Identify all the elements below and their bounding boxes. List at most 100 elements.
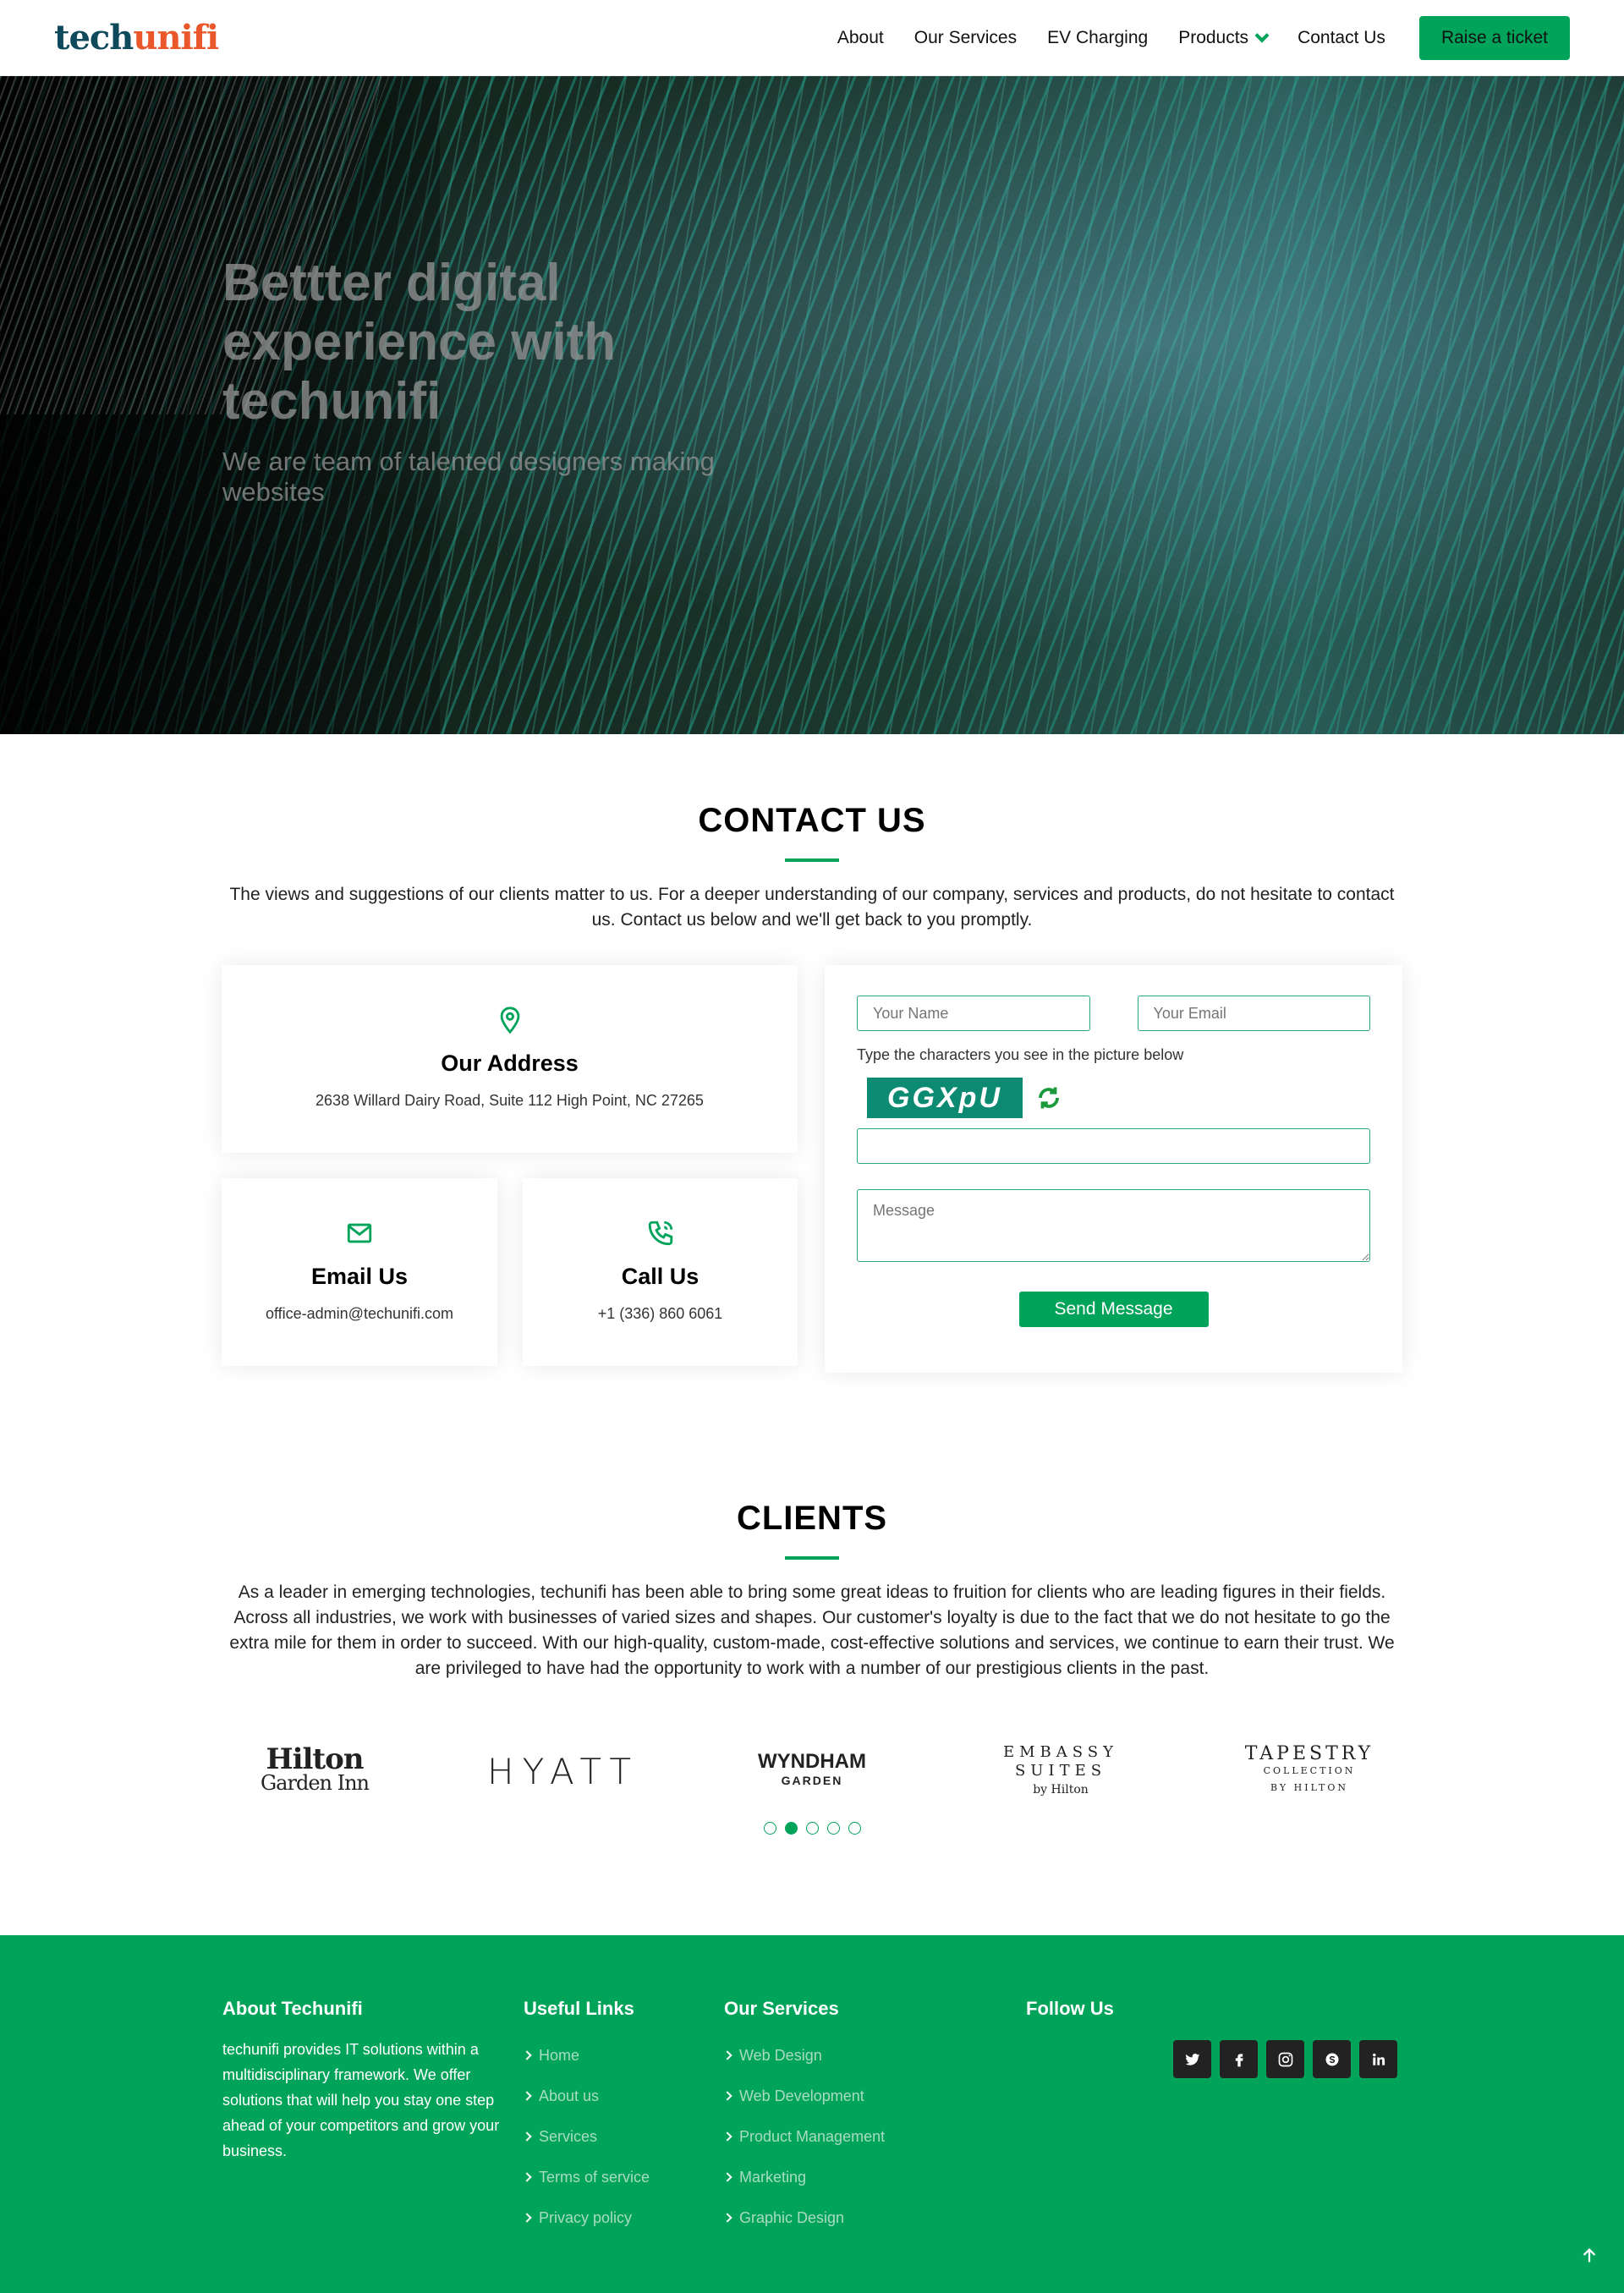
message-textarea[interactable] <box>857 1189 1370 1262</box>
footer-about: About Techunifi techunifi provides IT so… <box>222 1998 502 2164</box>
footer-services: Our Services Web Design Web Development … <box>722 1998 886 2238</box>
refresh-captcha-icon[interactable] <box>1036 1085 1062 1111</box>
captcha-image: GGXpU <box>867 1078 1023 1118</box>
contact-form: Type the characters you see in the pictu… <box>825 965 1402 1373</box>
email-title: Email Us <box>310 1264 409 1289</box>
address-card: Our Address 2638 Willard Dairy Road, Sui… <box>222 965 798 1153</box>
nav-products-label: Products <box>1178 27 1249 47</box>
footer-about-text: techunifi provides IT solutions within a… <box>222 2041 500 2159</box>
nav-ev-charging[interactable]: EV Charging <box>1047 28 1148 48</box>
contact-grid: Our Address 2638 Willard Dairy Road, Sui… <box>222 965 1402 1373</box>
wyndham-brand: WYNDHAM <box>758 1750 866 1773</box>
footer-services-title: Our Services <box>724 1998 839 2019</box>
embassy-line2: SUITES <box>1014 1762 1107 1780</box>
instagram-icon[interactable] <box>1266 2040 1304 2078</box>
site-footer: About Techunifi techunifi provides IT so… <box>0 1935 1624 2293</box>
hero-banner: Bettter digital experience with techunif… <box>0 76 1624 734</box>
footer-link-label: Home <box>539 2046 580 2064</box>
footer-follow-title: Follow Us <box>1026 1998 1114 2019</box>
carousel-dot[interactable] <box>848 1822 861 1835</box>
footer-link-privacy[interactable]: Privacy policy <box>522 2197 650 2238</box>
phone-number[interactable]: +1 (336) 860 6061 <box>523 1305 798 1323</box>
footer-link-label: About us <box>539 2087 600 2104</box>
captcha-input[interactable] <box>857 1128 1370 1164</box>
email-input[interactable] <box>1137 996 1370 1031</box>
wyndham-sub: GARDEN <box>781 1774 843 1787</box>
contact-description: The views and suggestions of our clients… <box>229 885 1395 930</box>
call-card: Call Us +1 (336) 860 6061 <box>523 1178 798 1366</box>
footer-service-label: Marketing <box>739 2168 807 2186</box>
clients-title: CLIENTS <box>736 1500 888 1537</box>
nav-contact-us[interactable]: Contact Us <box>1298 28 1385 48</box>
phone-icon <box>648 1221 672 1246</box>
footer-link-services[interactable]: Services <box>522 2116 650 2157</box>
tapestry-brand: TAPESTRY <box>1244 1743 1374 1764</box>
nav-our-services[interactable]: Our Services <box>914 28 1017 48</box>
carousel-dot[interactable] <box>805 1822 819 1835</box>
chevron-right-icon <box>522 2050 532 2060</box>
footer-service-label: Web Development <box>739 2087 864 2104</box>
email-card: Email Us office-admin@techunifi.com <box>222 1178 497 1366</box>
footer-service-graphic[interactable]: Graphic Design <box>722 2197 885 2238</box>
logo-text-unifi: unifi <box>133 18 219 58</box>
chevron-down-icon <box>1254 28 1270 42</box>
chevron-right-icon <box>722 2213 732 2223</box>
call-title: Call Us <box>621 1264 700 1289</box>
footer-service-label: Product Management <box>739 2127 886 2145</box>
hyatt-logo: HYATT <box>486 1750 640 1792</box>
hero-title: Bettter digital experience with techunif… <box>222 254 617 431</box>
clients-description: As a leader in emerging technologies, te… <box>229 1583 1395 1678</box>
facebook-icon[interactable] <box>1220 2040 1258 2078</box>
tapestry-sub: COLLECTION <box>1263 1765 1356 1776</box>
footer-link-terms[interactable]: Terms of service <box>522 2157 650 2197</box>
footer-follow: Follow Us <box>1026 1998 1114 2020</box>
title-underline <box>785 1556 839 1560</box>
hero-text: Bettter digital experience with techunif… <box>222 254 815 507</box>
raise-ticket-button[interactable]: Raise a ticket <box>1418 15 1570 60</box>
footer-service-marketing[interactable]: Marketing <box>722 2157 885 2197</box>
contact-title: CONTACT US <box>698 802 926 839</box>
chevron-right-icon <box>722 2091 732 2101</box>
email-address[interactable]: office-admin@techunifi.com <box>222 1305 497 1323</box>
chevron-right-icon <box>722 2172 732 2182</box>
footer-service-web-design[interactable]: Web Design <box>722 2035 885 2076</box>
footer-link-home[interactable]: Home <box>522 2035 650 2076</box>
chevron-right-icon <box>522 2131 532 2142</box>
footer-link-about[interactable]: About us <box>522 2076 650 2116</box>
address-text: 2638 Willard Dairy Road, Suite 112 High … <box>315 1092 704 1109</box>
carousel-pagination <box>0 1822 1624 1835</box>
title-underline <box>785 859 839 862</box>
footer-link-label: Terms of service <box>539 2168 650 2186</box>
chevron-right-icon <box>722 2131 732 2142</box>
footer-service-label: Web Design <box>739 2046 822 2064</box>
back-to-top-icon[interactable] <box>1580 2246 1599 2271</box>
hero-subtitle: We are team of talented designers making… <box>222 447 715 507</box>
clients-section: CLIENTS As a leader in emerging technolo… <box>0 1373 1624 1835</box>
carousel-dot[interactable] <box>763 1822 776 1835</box>
nav-products[interactable]: Products <box>1178 27 1270 48</box>
chevron-right-icon <box>722 2050 732 2060</box>
chevron-right-icon <box>522 2172 532 2182</box>
linkedin-icon[interactable] <box>1359 2040 1397 2078</box>
site-header: techunifi About Our Services EV Charging… <box>0 0 1624 76</box>
footer-link-label: Privacy policy <box>539 2208 633 2226</box>
chevron-right-icon <box>522 2091 532 2101</box>
wyndham-garden-logo: WYNDHAM GARDEN <box>719 1750 905 1790</box>
tapestry-logo: TAPESTRY COLLECTION BY HILTON <box>1216 1743 1402 1797</box>
name-input[interactable] <box>857 996 1090 1031</box>
skype-icon[interactable] <box>1313 2040 1351 2078</box>
twitter-icon[interactable] <box>1173 2040 1211 2078</box>
footer-useful-links: Useful Links Home About us Services Term… <box>522 1998 650 2238</box>
chevron-right-icon <box>522 2213 532 2223</box>
site-logo[interactable]: techunifi <box>54 18 219 58</box>
footer-links-title: Useful Links <box>524 1998 634 2019</box>
send-message-button[interactable]: Send Message <box>1018 1292 1209 1327</box>
footer-service-product-mgmt[interactable]: Product Management <box>722 2116 886 2157</box>
nav-about[interactable]: About <box>837 28 884 48</box>
carousel-dot[interactable] <box>826 1822 840 1835</box>
footer-service-label: Graphic Design <box>739 2208 845 2226</box>
hilton-sub: Garden Inn <box>261 1771 370 1795</box>
footer-service-web-dev[interactable]: Web Development <box>722 2076 885 2116</box>
captcha-label: Type the characters you see in the pictu… <box>857 1046 1184 1063</box>
carousel-dot-active[interactable] <box>784 1822 798 1835</box>
